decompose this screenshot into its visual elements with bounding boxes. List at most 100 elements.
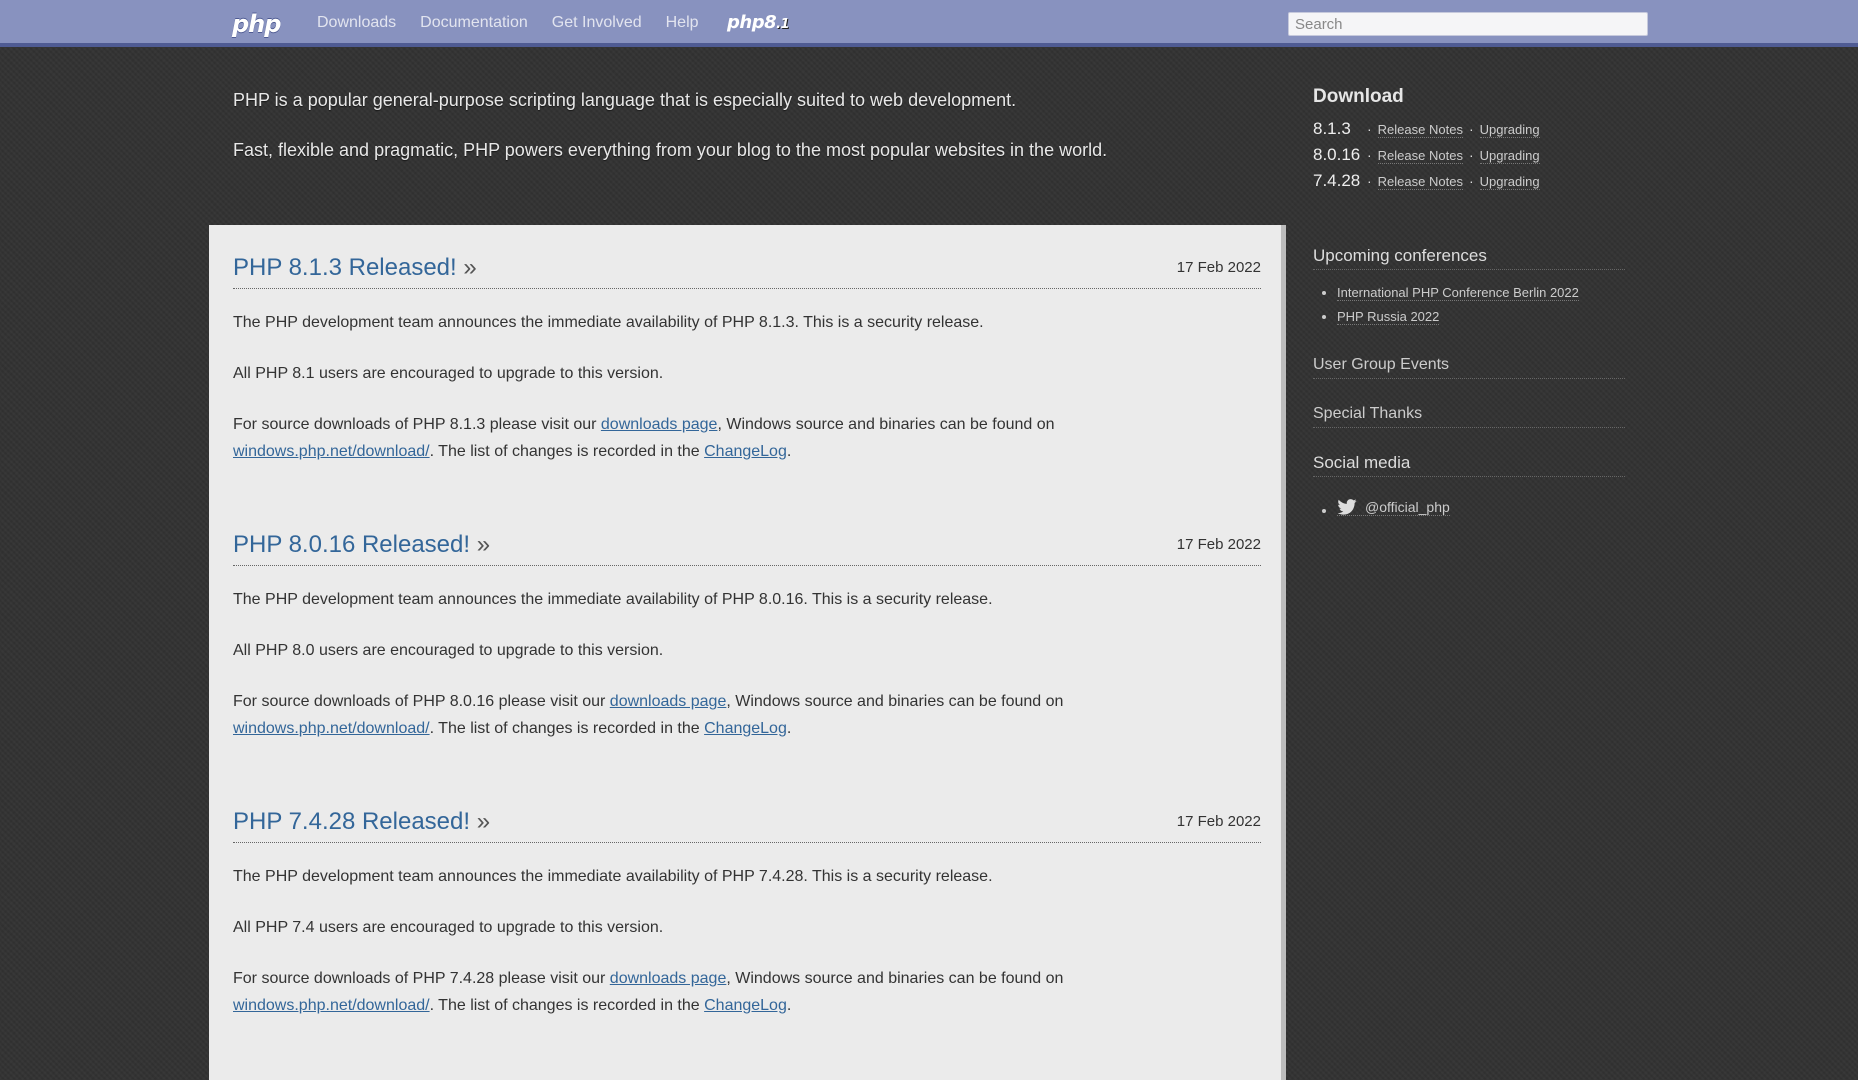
separator: · [1468,173,1474,189]
article-paragraph: The PHP development team announces the i… [233,314,984,331]
text: . The list of changes is recorded in the [429,720,705,737]
article-title-link[interactable]: PHP 8.1.3 Released! » [233,253,477,283]
article-paragraph: For source downloads of PHP 7.4.28 pleas… [233,965,1261,1019]
download-list: 8.1.3 · Release Notes · Upgrading 8.0.16… [1313,119,1625,197]
article-title: PHP 8.0.16 Released! [233,531,471,558]
windows-download-link[interactable]: windows.php.net/download/ [233,720,430,737]
article-paragraph: All PHP 7.4 users are encouraged to upgr… [233,919,664,936]
php-version-badge[interactable]: php8.1 [727,11,790,37]
version-badge-minor: .1 [776,17,790,32]
download-heading: Download [1313,86,1404,107]
conference-item: PHP Russia 2022 [1337,308,1625,326]
downloads-page-link[interactable]: downloads page [601,416,718,433]
conference-link[interactable]: International PHP Conference Berlin 2022 [1337,285,1579,301]
intro-line-2: Fast, flexible and pragmatic, PHP powers… [233,140,1108,160]
article-date: 17 Feb 2022 [1176,259,1261,276]
upgrading-link[interactable]: Upgrading [1479,174,1540,190]
raquo-icon: » [463,254,477,281]
download-row: 8.0.16 · Release Notes · Upgrading [1313,145,1625,171]
download-row: 8.1.3 · Release Notes · Upgrading [1313,119,1625,145]
release-notes-link[interactable]: Release Notes [1377,122,1463,138]
article-title: PHP 8.1.3 Released! [233,254,457,281]
changelog-link[interactable]: ChangeLog [704,997,787,1014]
download-version: 7.4.28 [1313,171,1361,190]
twitter-icon [1337,499,1357,515]
article-header: PHP 8.1.3 Released! » 17 Feb 2022 [233,247,1261,289]
text: . The list of changes is recorded in the [429,443,705,460]
download-row: 7.4.28 · Release Notes · Upgrading [1313,171,1625,197]
text: For source downloads of PHP 8.1.3 please… [233,416,601,433]
text: . [786,720,792,737]
nav-downloads[interactable]: Downloads [317,12,396,34]
special-thanks-link[interactable]: Special Thanks [1313,403,1625,428]
article-paragraph: All PHP 8.0 users are encouraged to upgr… [233,642,664,659]
changelog-link[interactable]: ChangeLog [704,720,787,737]
sidebar: Download 8.1.3 · Release Notes · Upgradi… [1313,85,1625,518]
upgrading-link[interactable]: Upgrading [1479,148,1540,164]
downloads-page-link[interactable]: downloads page [610,970,727,987]
article-title-link[interactable]: PHP 8.0.16 Released! » [233,530,490,560]
search-input[interactable] [1288,12,1648,36]
article-body: The PHP development team announces the i… [233,309,1261,465]
intro: PHP is a popular general-purpose scripti… [233,88,1253,188]
upgrading-link[interactable]: Upgrading [1479,122,1540,138]
nav-documentation[interactable]: Documentation [420,12,528,34]
nav-help[interactable]: Help [666,12,699,34]
download-version: 8.0.16 [1313,145,1361,164]
conference-item: International PHP Conference Berlin 2022 [1337,284,1625,302]
conference-link[interactable]: PHP Russia 2022 [1337,309,1440,325]
version-badge-main: php8 [727,12,777,33]
social-item: @official_php [1337,499,1625,518]
user-group-events-link[interactable]: User Group Events [1313,354,1625,379]
release-notes-link[interactable]: Release Notes [1377,148,1463,164]
downloads-page-link[interactable]: downloads page [610,693,727,710]
article-body: The PHP development team announces the i… [233,863,1261,1019]
separator: · [1468,121,1474,137]
article-header: PHP 8.0.16 Released! » 17 Feb 2022 [233,524,1261,566]
conferences-heading: Upcoming conferences [1313,245,1625,270]
social-media-heading: Social media [1313,452,1625,477]
raquo-icon: » [476,531,491,558]
download-version: 8.1.3 [1313,119,1351,138]
news-article: PHP 8.0.16 Released! » 17 Feb 2022 The P… [233,524,1261,742]
php-logo[interactable]: php [232,8,281,40]
changelog-link[interactable]: ChangeLog [704,443,787,460]
article-paragraph: For source downloads of PHP 8.0.16 pleas… [233,688,1261,742]
separator: · [1367,173,1372,189]
news-article: PHP 7.4.28 Released! » 17 Feb 2022 The P… [233,801,1261,1019]
text: , Windows source and binaries can be fou… [726,970,1064,987]
article-date: 17 Feb 2022 [1176,813,1261,830]
article-paragraph: For source downloads of PHP 8.1.3 please… [233,411,1261,465]
article-header: PHP 7.4.28 Released! » 17 Feb 2022 [233,801,1261,843]
separator: · [1367,147,1372,163]
article-paragraph: All PHP 8.1 users are encouraged to upgr… [233,365,664,382]
separator: · [1468,147,1474,163]
main-nav: Downloads Documentation Get Involved Hel… [317,12,723,34]
text: For source downloads of PHP 7.4.28 pleas… [233,970,610,987]
social-list: @official_php [1313,499,1625,518]
intro-line-1: PHP is a popular general-purpose scripti… [233,90,1017,110]
article-paragraph: The PHP development team announces the i… [233,868,993,885]
text: . [786,997,792,1014]
twitter-link[interactable]: @official_php [1337,499,1450,516]
article-title: PHP 7.4.28 Released! [233,808,471,835]
text: , Windows source and binaries can be fou… [726,693,1064,710]
article-date: 17 Feb 2022 [1176,536,1261,553]
text: , Windows source and binaries can be fou… [717,416,1055,433]
article-paragraph: The PHP development team announces the i… [233,591,993,608]
windows-download-link[interactable]: windows.php.net/download/ [233,443,430,460]
text: . [786,443,792,460]
news-panel: PHP 8.1.3 Released! » 17 Feb 2022 The PH… [209,225,1286,1080]
article-title-link[interactable]: PHP 7.4.28 Released! » [233,807,490,837]
separator: · [1367,121,1372,137]
article-body: The PHP development team announces the i… [233,586,1261,742]
windows-download-link[interactable]: windows.php.net/download/ [233,997,430,1014]
conference-list: International PHP Conference Berlin 2022… [1313,284,1625,326]
top-navbar: php Downloads Documentation Get Involved… [0,0,1858,47]
twitter-handle: @official_php [1365,499,1450,515]
news-article: PHP 8.1.3 Released! » 17 Feb 2022 The PH… [233,247,1261,465]
release-notes-link[interactable]: Release Notes [1377,174,1463,190]
text: . The list of changes is recorded in the [429,997,705,1014]
nav-get-involved[interactable]: Get Involved [552,12,642,34]
text: For source downloads of PHP 8.0.16 pleas… [233,693,610,710]
